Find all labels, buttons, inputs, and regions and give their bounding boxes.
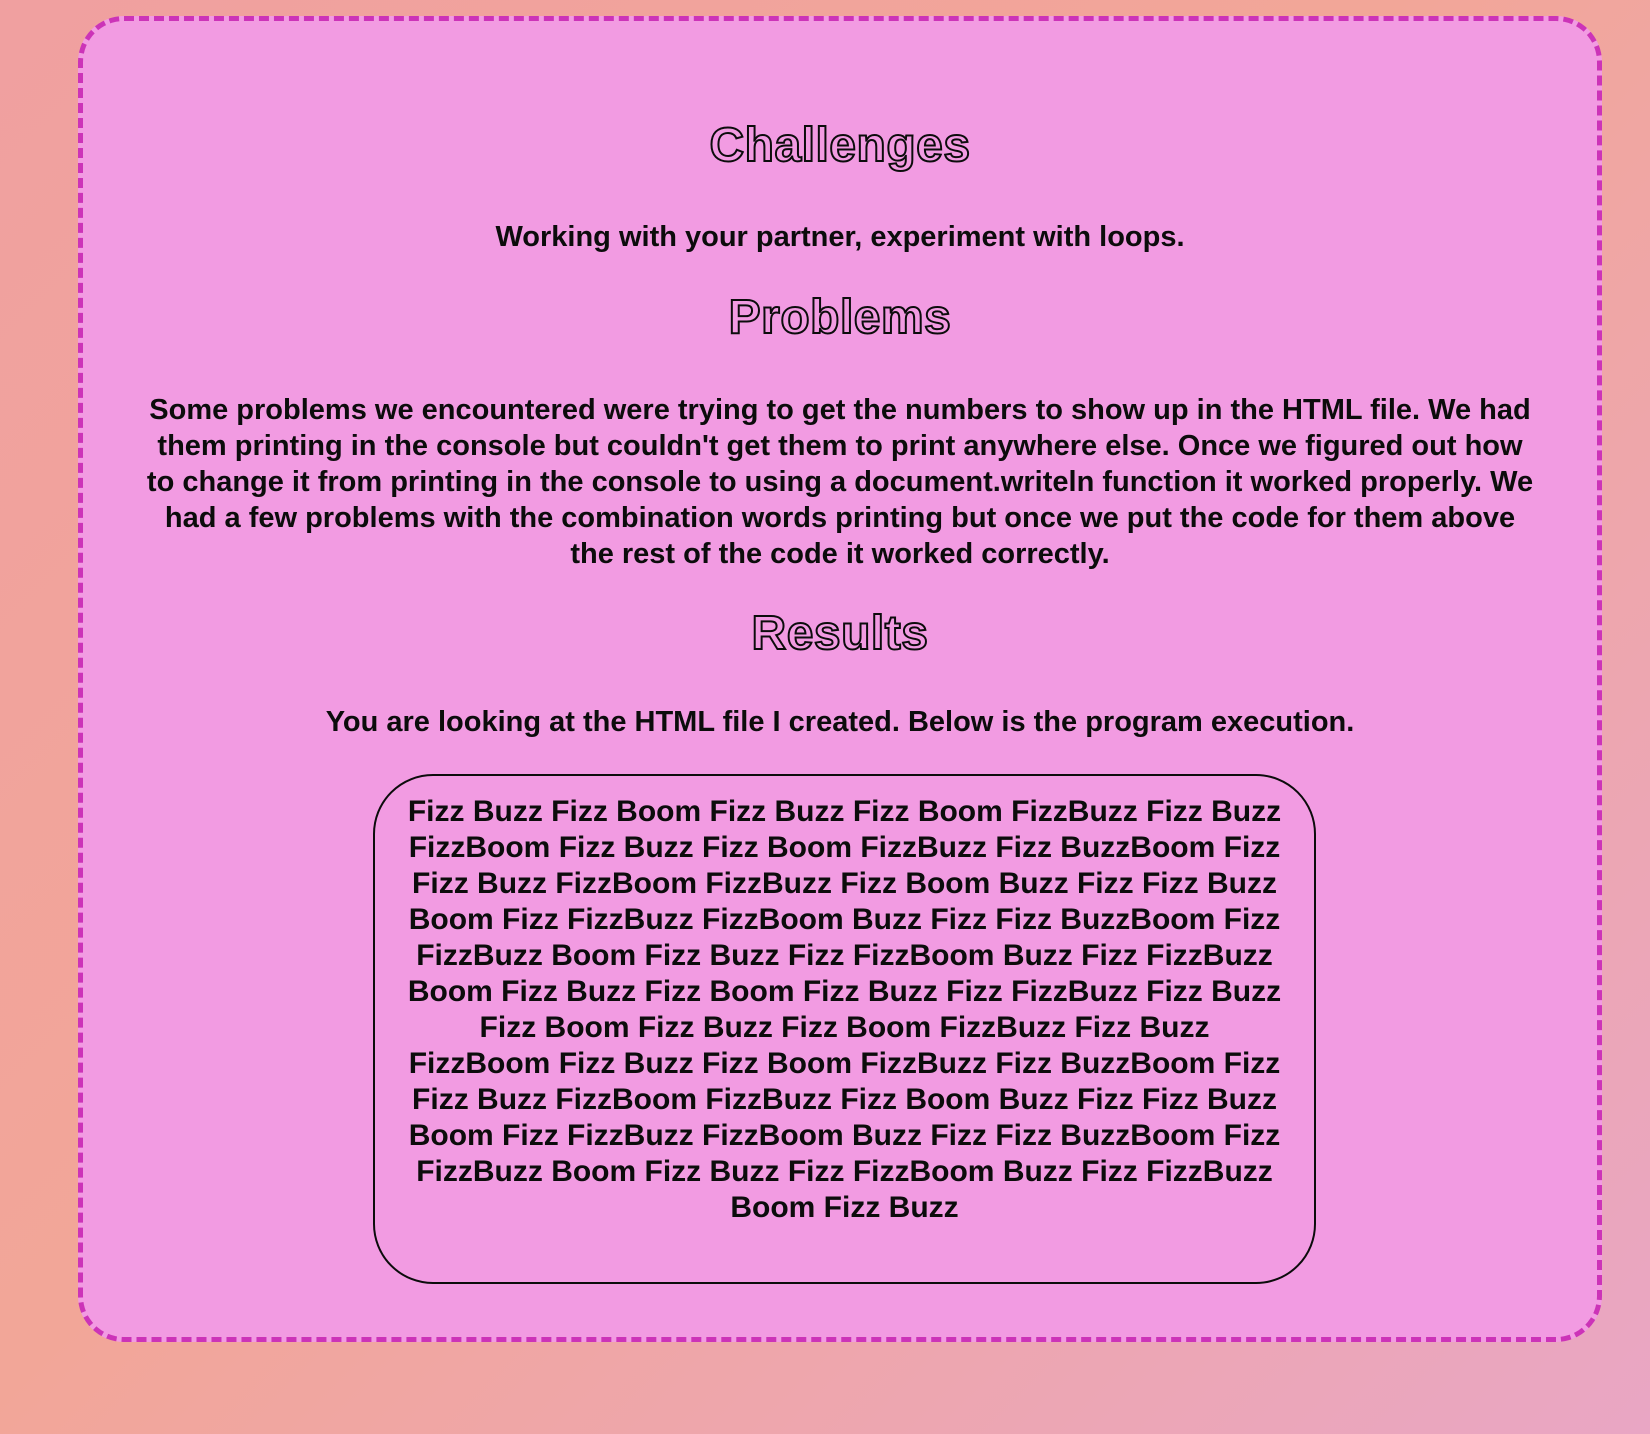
challenges-text: Working with your partner, experiment wi… <box>495 221 1185 253</box>
problems-heading: Problems <box>728 290 952 345</box>
program-output-text: Fizz Buzz Fizz Boom Fizz Buzz Fizz Boom … <box>407 795 1282 1224</box>
challenges-heading: Challenges <box>708 118 971 173</box>
program-output-box: Fizz Buzz Fizz Boom Fizz Buzz Fizz Boom … <box>373 774 1316 1284</box>
results-heading: Results <box>751 606 929 661</box>
content-card: Challenges Working with your partner, ex… <box>78 16 1602 1342</box>
problems-text: Some problems we encountered were trying… <box>146 394 1534 570</box>
results-text: You are looking at the HTML file I creat… <box>325 706 1355 738</box>
